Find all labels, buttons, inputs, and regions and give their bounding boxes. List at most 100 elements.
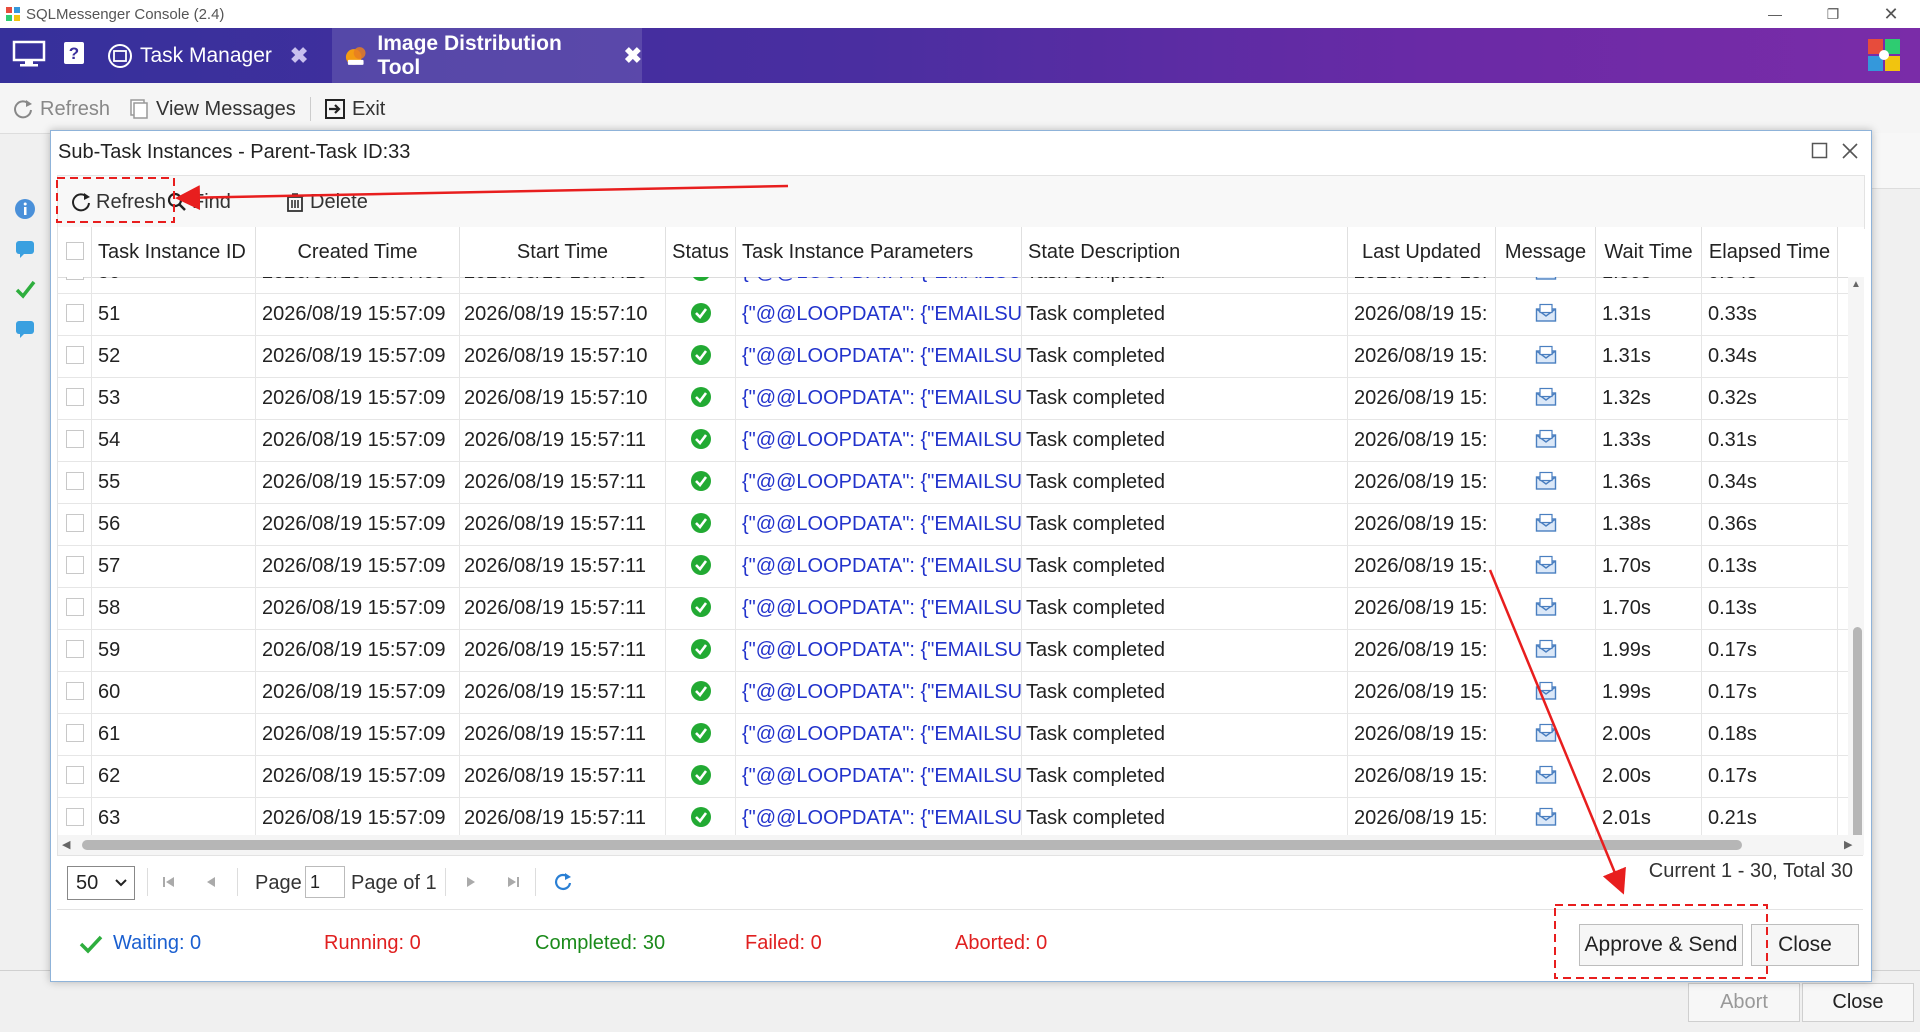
background-close-button[interactable]: Close xyxy=(1802,983,1914,1022)
tab-close-icon[interactable]: ✖ xyxy=(624,43,642,69)
table-row[interactable]: 63 2026/08/19 15:57:09 2026/08/19 15:57:11… xyxy=(58,797,1848,835)
last-page-icon[interactable] xyxy=(505,874,521,890)
row-checkbox[interactable] xyxy=(66,640,84,658)
abort-button[interactable]: Abort xyxy=(1688,983,1800,1022)
monitor-icon[interactable] xyxy=(12,40,46,68)
row-checkbox[interactable] xyxy=(66,388,84,406)
row-checkbox[interactable] xyxy=(66,598,84,616)
pagination-bar: 50 Page 1 Page of 1 Current 1 - 30, Tota… xyxy=(57,855,1863,910)
dialog-title: Sub-Task Instances - Parent-Task ID:33 xyxy=(58,141,411,163)
help-icon[interactable]: ? xyxy=(63,41,85,65)
envelope-icon[interactable] xyxy=(1535,555,1557,575)
main-refresh-button[interactable]: Refresh xyxy=(12,95,110,123)
tab-task-manager[interactable]: Task Manager ✖ xyxy=(106,28,332,83)
envelope-icon[interactable] xyxy=(1535,807,1557,827)
envelope-icon[interactable] xyxy=(1535,387,1557,407)
column-header-elapsed-time[interactable]: Elapsed Time xyxy=(1702,227,1838,277)
column-header-task-instance-parameters[interactable]: Task Instance Parameters xyxy=(736,227,1022,277)
row-checkbox[interactable] xyxy=(66,556,84,574)
chevron-down-icon xyxy=(115,879,127,887)
dialog-close-button[interactable]: Close xyxy=(1751,924,1859,966)
envelope-icon[interactable] xyxy=(1535,471,1557,491)
approve-send-button[interactable]: Approve & Send xyxy=(1579,924,1743,966)
page-size-select[interactable]: 50 xyxy=(67,866,135,900)
envelope-icon[interactable] xyxy=(1535,277,1557,281)
dialog-refresh-button[interactable]: Refresh xyxy=(70,188,166,216)
table-row[interactable]: 61 2026/08/19 15:57:09 2026/08/19 15:57:11… xyxy=(58,713,1848,756)
table-row[interactable]: 60 2026/08/19 15:57:09 2026/08/19 15:57:11… xyxy=(58,671,1848,714)
row-checkbox[interactable] xyxy=(66,346,84,364)
table-row[interactable]: 59 2026/08/19 15:57:09 2026/08/19 15:57:11… xyxy=(58,629,1848,672)
column-header-task-instance-id[interactable]: Task Instance ID xyxy=(92,227,256,277)
envelope-icon[interactable] xyxy=(1535,681,1557,701)
table-row[interactable]: 57 2026/08/19 15:57:09 2026/08/19 15:57:11… xyxy=(58,545,1848,588)
envelope-icon[interactable] xyxy=(1535,597,1557,617)
select-all-checkbox[interactable] xyxy=(66,242,84,260)
dialog-close-icon[interactable] xyxy=(1841,142,1859,160)
cell-updated: 2026/08/19 15: xyxy=(1348,293,1496,335)
row-checkbox[interactable] xyxy=(66,724,84,742)
table-row[interactable]: 51 2026/08/19 15:57:09 2026/08/19 15:57:10… xyxy=(58,293,1848,336)
column-header-state-description[interactable]: State Description xyxy=(1022,227,1348,277)
cell-wait: 1.38s xyxy=(1596,503,1702,545)
row-checkbox[interactable] xyxy=(66,472,84,490)
envelope-icon[interactable] xyxy=(1535,765,1557,785)
row-checkbox[interactable] xyxy=(66,430,84,448)
envelope-icon[interactable] xyxy=(1535,429,1557,449)
table-row[interactable]: 62 2026/08/19 15:57:09 2026/08/19 15:57:11… xyxy=(58,755,1848,798)
cell-created: 2026/08/19 15:57:09 xyxy=(256,671,460,713)
column-header-last-updated[interactable]: Last Updated xyxy=(1348,227,1496,277)
cell-created: 2026/08/19 15:57:09 xyxy=(256,461,460,503)
table-row[interactable]: 58 2026/08/19 15:57:09 2026/08/19 15:57:11… xyxy=(58,587,1848,630)
vertical-scroll-thumb[interactable] xyxy=(1853,627,1862,855)
column-header-wait-time[interactable]: Wait Time xyxy=(1596,227,1702,277)
row-checkbox[interactable] xyxy=(66,808,84,826)
minimize-button[interactable]: — xyxy=(1752,3,1798,25)
row-checkbox[interactable] xyxy=(66,766,84,784)
row-checkbox[interactable] xyxy=(66,514,84,532)
column-header-message[interactable]: Message xyxy=(1496,227,1596,277)
exit-button[interactable]: Exit xyxy=(324,95,385,123)
trash-icon xyxy=(286,193,304,212)
scroll-right-icon[interactable]: ▶ xyxy=(1844,838,1852,851)
envelope-icon[interactable] xyxy=(1535,723,1557,743)
tab-close-icon[interactable]: ✖ xyxy=(290,43,308,69)
column-header-created-time[interactable]: Created Time xyxy=(256,227,460,277)
tab-image-distribution-tool[interactable]: Image Distribution Tool ✖ xyxy=(332,28,642,83)
maximize-icon[interactable] xyxy=(1811,142,1828,159)
page-number-input[interactable]: 1 xyxy=(305,866,345,898)
table-row[interactable]: 502026/08/19 15:57:092026/08/19 15:57:10… xyxy=(58,277,1848,294)
row-checkbox[interactable] xyxy=(66,304,84,322)
scroll-left-icon[interactable]: ◀ xyxy=(62,838,70,851)
table-row[interactable]: 56 2026/08/19 15:57:09 2026/08/19 15:57:11… xyxy=(58,503,1848,546)
horizontal-scroll-thumb[interactable] xyxy=(82,840,1742,850)
find-button[interactable]: Find xyxy=(166,188,231,216)
cell-updated: 2026/08/19 15: xyxy=(1348,713,1496,755)
table-row[interactable]: 53 2026/08/19 15:57:09 2026/08/19 15:57:10… xyxy=(58,377,1848,420)
table-row[interactable]: 55 2026/08/19 15:57:09 2026/08/19 15:57:11… xyxy=(58,461,1848,504)
cell-id: 50 xyxy=(92,277,256,293)
envelope-icon[interactable] xyxy=(1535,303,1557,323)
scroll-up-icon[interactable]: ▲ xyxy=(1851,279,1861,290)
restore-button[interactable]: ❐ xyxy=(1810,3,1856,25)
first-page-icon[interactable] xyxy=(161,874,177,890)
reload-icon[interactable] xyxy=(553,872,573,892)
row-checkbox[interactable] xyxy=(66,682,84,700)
delete-button[interactable]: Delete xyxy=(284,188,368,216)
envelope-icon[interactable] xyxy=(1535,513,1557,533)
message-cell xyxy=(1496,671,1596,713)
check-circle-icon xyxy=(691,345,711,365)
table-row[interactable]: 52 2026/08/19 15:57:09 2026/08/19 15:57:10… xyxy=(58,335,1848,378)
envelope-icon[interactable] xyxy=(1535,639,1557,659)
cell-start: 2026/08/19 15:57:11 xyxy=(460,629,666,671)
table-row[interactable]: 54 2026/08/19 15:57:09 2026/08/19 15:57:11… xyxy=(58,419,1848,462)
column-header-status[interactable]: Status xyxy=(666,227,736,277)
row-checkbox[interactable] xyxy=(66,277,84,280)
window-close-button[interactable]: ✕ xyxy=(1868,3,1914,25)
view-messages-button[interactable]: View Messages xyxy=(128,95,296,123)
next-page-icon[interactable] xyxy=(463,874,479,890)
prev-page-icon[interactable] xyxy=(203,874,219,890)
envelope-icon[interactable] xyxy=(1535,345,1557,365)
column-header-start-time[interactable]: Start Time xyxy=(460,227,666,277)
cell-start: 2026/08/19 15:57:11 xyxy=(460,419,666,461)
